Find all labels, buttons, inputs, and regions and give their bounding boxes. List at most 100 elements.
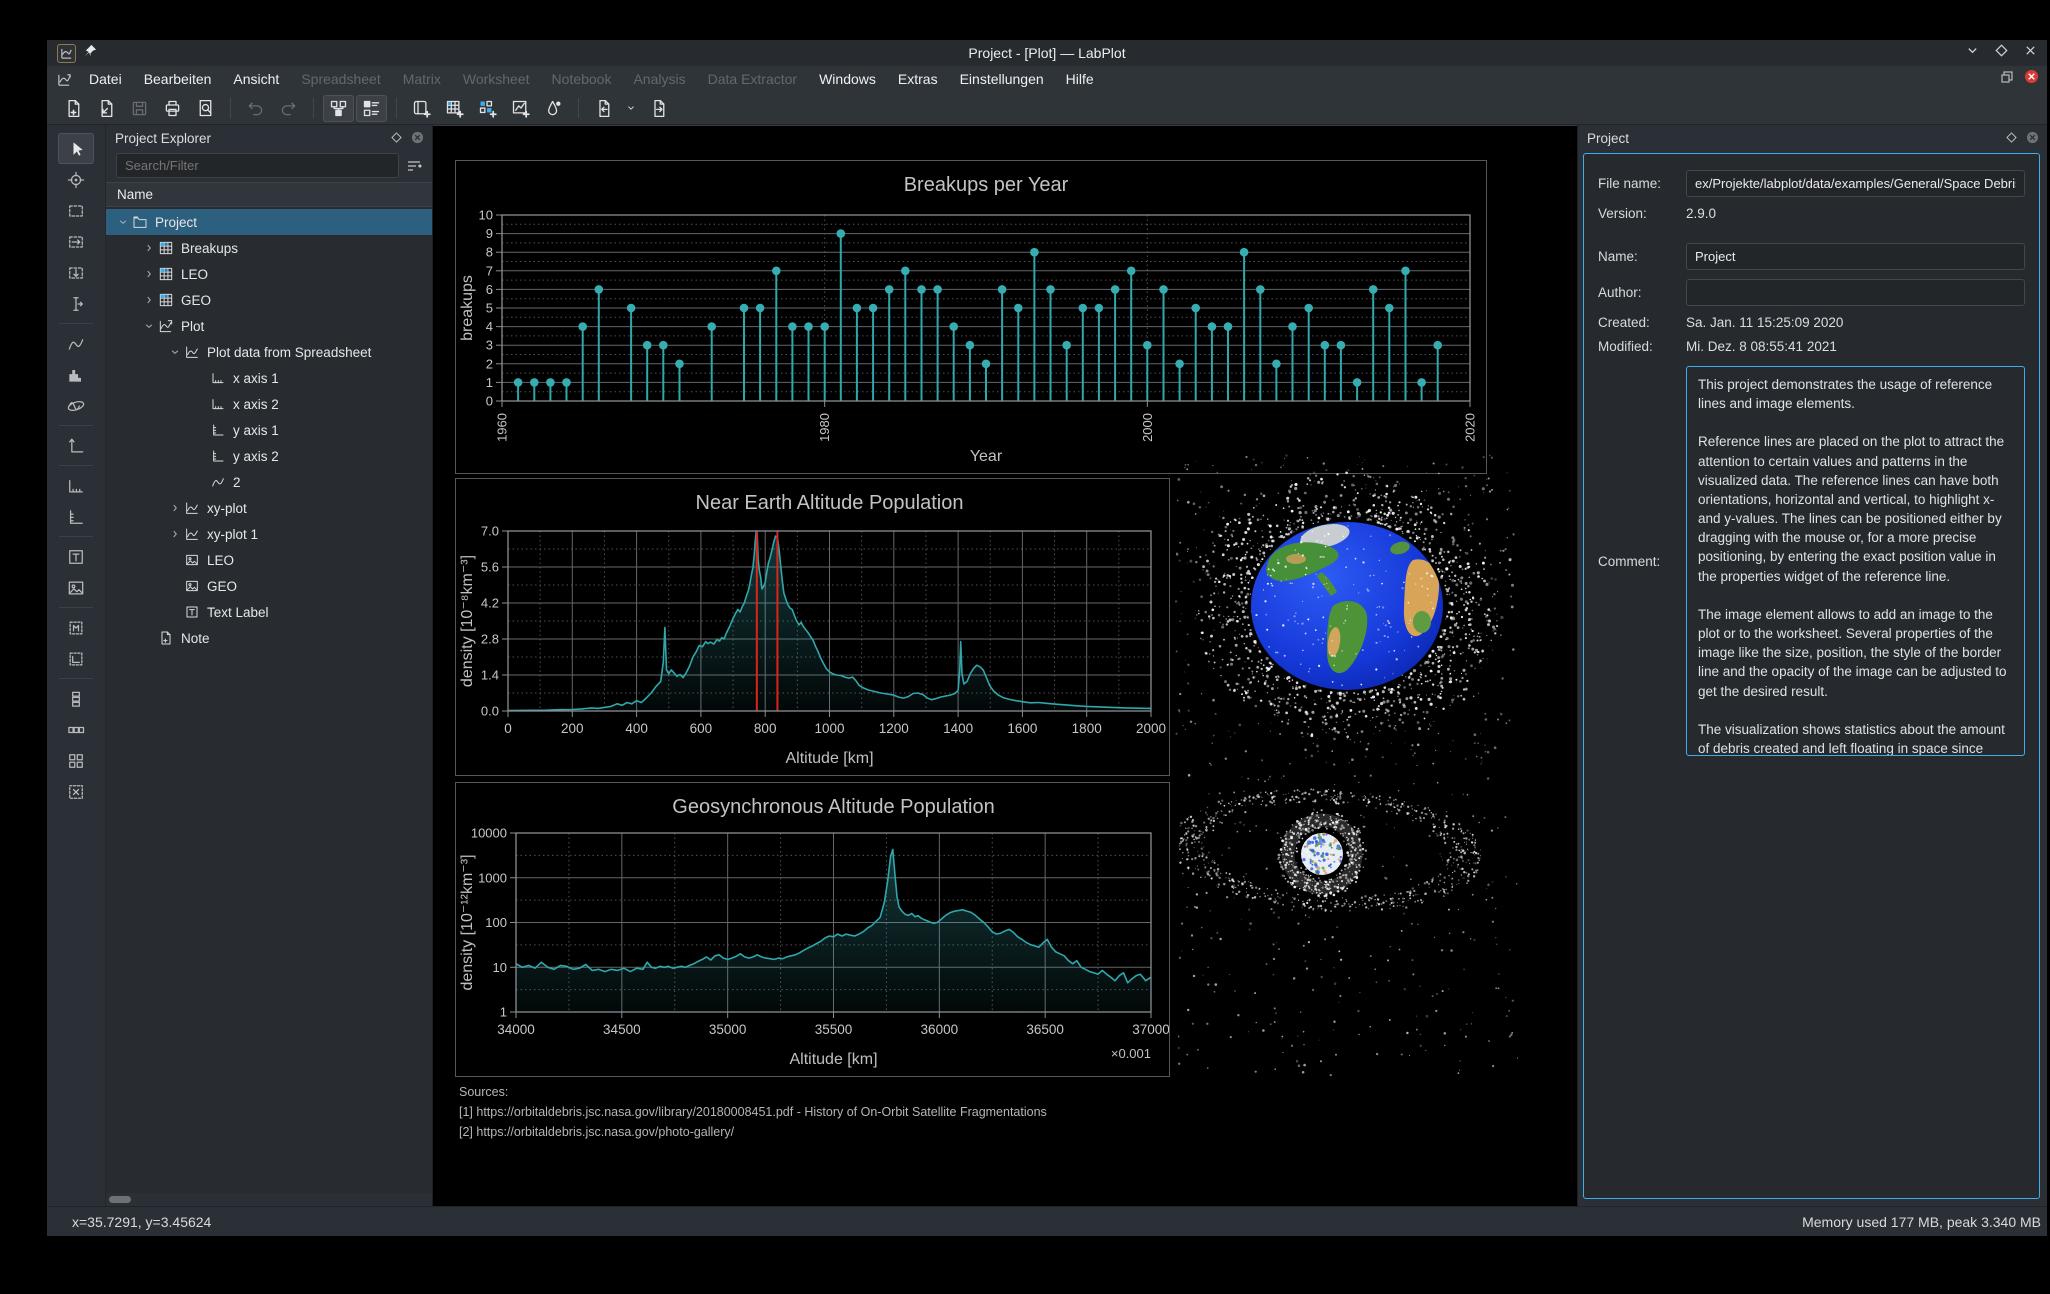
plot-near-earth-altitude[interactable]: 0 200 400 600 800 1000 1200 1400 1600 1800 2000 0.0… xyxy=(455,478,1170,776)
print-button[interactable] xyxy=(157,95,188,122)
arrange-vertical-button[interactable] xyxy=(58,683,94,714)
add-image-button[interactable] xyxy=(58,572,94,603)
break-layout-button[interactable] xyxy=(58,776,94,807)
tree-horizontal-scrollbar[interactable] xyxy=(106,1193,432,1206)
author-input[interactable] xyxy=(1686,279,2025,306)
redo-button[interactable] xyxy=(273,95,304,122)
add-text-label-button[interactable] xyxy=(58,541,94,572)
tree-item-xy-plot[interactable]: xy-plot xyxy=(106,495,432,521)
add-y-axis-button[interactable] xyxy=(58,501,94,532)
menu-datei[interactable]: Datei xyxy=(78,68,133,90)
tree-item-plot[interactable]: Plot xyxy=(106,313,432,339)
svg-text:5: 5 xyxy=(486,301,493,316)
mdi-close-icon[interactable] xyxy=(2024,69,2039,89)
svg-text:1600: 1600 xyxy=(1007,721,1037,736)
add-plot-two-axes-button[interactable] xyxy=(58,643,94,674)
export-button[interactable] xyxy=(643,95,674,122)
collapse-icon[interactable] xyxy=(140,321,157,331)
zoom-y-select-button[interactable] xyxy=(58,257,94,288)
float-dock-icon[interactable] xyxy=(391,131,402,146)
svg-text:4: 4 xyxy=(486,319,493,334)
project-name-input[interactable] xyxy=(1686,243,2025,270)
add-xy-curve-button[interactable] xyxy=(58,328,94,359)
shade-window-icon[interactable] xyxy=(1966,44,1979,62)
tree-item-xy-plot-1[interactable]: xy-plot 1 xyxy=(106,521,432,547)
expand-icon[interactable] xyxy=(166,503,183,513)
tree-item-x-axis-1[interactable]: x axis 1 xyxy=(106,365,432,391)
new-worksheet-button[interactable] xyxy=(505,95,536,122)
arrange-horizontal-button[interactable] xyxy=(58,714,94,745)
close-window-icon[interactable] xyxy=(2024,44,2037,62)
menu-hilfe[interactable]: Hilfe xyxy=(1055,68,1105,90)
toggle-properties-explorer-button[interactable] xyxy=(356,94,387,122)
titlebar[interactable]: Project - [Plot] — LabPlot xyxy=(47,40,2047,66)
pin-icon[interactable] xyxy=(84,44,97,62)
worksheet-view[interactable]: 1960 1980 2000 2020 0 1 2 3 4 5 6 7 8 9 10 Breakups per… xyxy=(433,125,1577,1206)
tree-item-project[interactable]: Project xyxy=(106,209,432,235)
tree-column-header-name[interactable]: Name xyxy=(106,182,432,207)
float-dock-icon[interactable] xyxy=(2006,131,2017,146)
tree-item-y-axis-2[interactable]: y axis 2 xyxy=(106,443,432,469)
expand-icon[interactable] xyxy=(140,269,157,279)
new-matrix-button[interactable] xyxy=(472,95,503,122)
import-menu-button[interactable] xyxy=(621,95,641,122)
arrange-grid-button[interactable] xyxy=(58,745,94,776)
print-preview-button[interactable] xyxy=(190,95,221,122)
color-theme-button[interactable] xyxy=(538,95,569,122)
close-dock-icon[interactable] xyxy=(2026,131,2039,147)
menu-einstellungen[interactable]: Einstellungen xyxy=(949,68,1055,90)
earth-leo-debris-image[interactable] xyxy=(1174,454,1515,767)
open-project-button[interactable] xyxy=(91,95,122,122)
tree-item-breakups[interactable]: Breakups xyxy=(106,235,432,261)
tree-item-note[interactable]: Note xyxy=(106,625,432,651)
add-fourier-filter-button[interactable] xyxy=(58,390,94,421)
menu-extras[interactable]: Extras xyxy=(887,68,949,90)
menu-bearbeiten[interactable]: Bearbeiten xyxy=(133,68,223,90)
add-axis-button[interactable] xyxy=(58,430,94,461)
plot-geosynchronous-altitude[interactable]: 34000 34500 35000 35500 36000 36500 37000 1 10 10… xyxy=(455,782,1170,1077)
add-plot-four-axes-button[interactable] xyxy=(58,612,94,643)
add-histogram-button[interactable] xyxy=(58,359,94,390)
mdi-restore-icon[interactable] xyxy=(2000,70,2014,89)
new-workbook-button[interactable] xyxy=(406,95,437,122)
crosshair-mode-button[interactable] xyxy=(58,164,94,195)
maximize-window-icon[interactable] xyxy=(1995,44,2008,62)
svg-text:34000: 34000 xyxy=(497,1022,535,1037)
comment-textarea[interactable]: This project demonstrates the usage of r… xyxy=(1686,366,2025,756)
collapse-icon[interactable] xyxy=(166,347,183,357)
select-mode-button[interactable] xyxy=(58,133,94,164)
menu-windows[interactable]: Windows xyxy=(808,68,887,90)
cursor-line-button[interactable] xyxy=(58,288,94,319)
tree-item-text-label[interactable]: Text Label xyxy=(106,599,432,625)
tree-item-leo[interactable]: LEO xyxy=(106,547,432,573)
add-x-axis-button[interactable] xyxy=(58,470,94,501)
file-name-input[interactable] xyxy=(1686,170,2025,197)
new-spreadsheet-button[interactable] xyxy=(439,95,470,122)
new-project-button[interactable] xyxy=(58,95,89,122)
tree-item-geo[interactable]: GEO xyxy=(106,573,432,599)
earth-geo-debris-image[interactable] xyxy=(1177,774,1520,1077)
filter-options-icon[interactable] xyxy=(406,158,422,174)
tree-item-y-axis-1[interactable]: y axis 1 xyxy=(106,417,432,443)
search-filter-input[interactable] xyxy=(116,153,399,178)
menu-ansicht[interactable]: Ansicht xyxy=(222,68,290,90)
zoom-select-button[interactable] xyxy=(58,195,94,226)
import-button[interactable] xyxy=(588,95,619,122)
close-dock-icon[interactable] xyxy=(411,131,424,147)
plot-breakups-per-year[interactable]: 1960 1980 2000 2020 0 1 2 3 4 5 6 7 8 9 10 Breakups per… xyxy=(455,160,1487,474)
tree-item-leo[interactable]: LEO xyxy=(106,261,432,287)
tree-item-plot-data-from-spreadsheet[interactable]: Plot data from Spreadsheet xyxy=(106,339,432,365)
expand-icon[interactable] xyxy=(140,243,157,253)
undo-button[interactable] xyxy=(240,95,271,122)
tree-item-2[interactable]: 2 xyxy=(106,469,432,495)
save-project-button[interactable] xyxy=(124,95,155,122)
expand-icon[interactable] xyxy=(140,295,157,305)
expand-icon[interactable] xyxy=(166,529,183,539)
sources-text-label[interactable]: Sources: [1] https://orbitaldebris.jsc.n… xyxy=(459,1082,1047,1142)
tree-item-x-axis-2[interactable]: x axis 2 xyxy=(106,391,432,417)
toggle-project-explorer-button[interactable] xyxy=(323,94,354,122)
zoom-x-select-button[interactable] xyxy=(58,226,94,257)
svg-text:36500: 36500 xyxy=(1026,1022,1064,1037)
tree-item-geo[interactable]: GEO xyxy=(106,287,432,313)
collapse-icon[interactable] xyxy=(114,217,131,227)
